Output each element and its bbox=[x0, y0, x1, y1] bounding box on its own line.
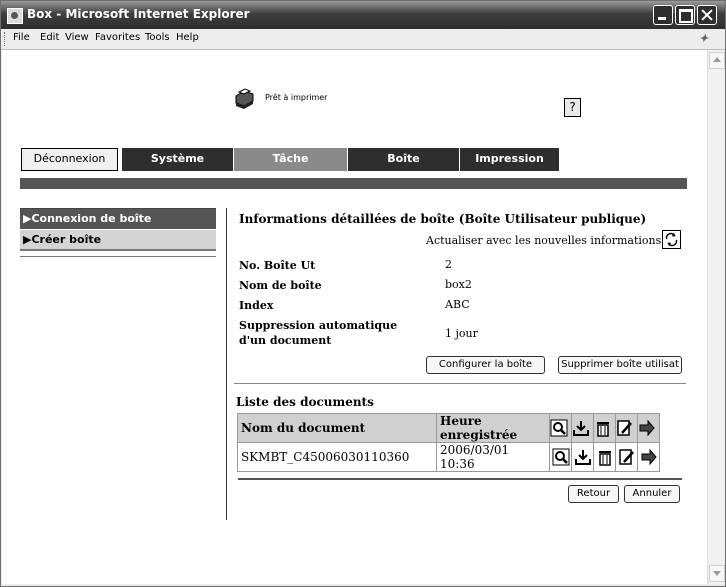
footer-separator bbox=[238, 478, 682, 480]
windows-logo-icon: ✦ bbox=[699, 32, 709, 45]
edit-document-row-icon[interactable] bbox=[618, 448, 636, 466]
details-title: Informations détaillées de boîte (Boîte … bbox=[239, 212, 647, 226]
help-button[interactable]: ? bbox=[564, 98, 581, 117]
refresh-icon[interactable] bbox=[662, 230, 681, 249]
tab-box[interactable]: Boîte bbox=[348, 148, 460, 171]
field-value-auto-delete: 1 jour bbox=[445, 327, 478, 340]
row-delete-cell bbox=[593, 442, 616, 472]
back-button[interactable]: Retour bbox=[568, 485, 619, 503]
field-value-box-number: 2 bbox=[445, 258, 452, 271]
menu-bar: File Edit View Favorites Tools Help ✦ bbox=[1, 29, 725, 50]
menu-grip bbox=[4, 32, 7, 46]
tab-underline-bar bbox=[20, 178, 687, 189]
delete-document-icon[interactable] bbox=[596, 448, 614, 466]
menu-file[interactable]: File bbox=[13, 32, 30, 43]
table-header-row: Nom du document Heure enregistrée bbox=[237, 413, 660, 443]
menu-help[interactable]: Help bbox=[176, 32, 199, 43]
send-document-icon[interactable] bbox=[640, 448, 658, 466]
column-header-name: Nom du document bbox=[237, 413, 437, 443]
tab-print[interactable]: Impression bbox=[460, 148, 560, 171]
download-document-icon[interactable] bbox=[574, 448, 592, 466]
close-button[interactable] bbox=[697, 5, 717, 25]
tab-system[interactable]: Système bbox=[122, 148, 234, 171]
window-title: Box - Microsoft Internet Explorer bbox=[27, 7, 250, 21]
title-bar[interactable]: Box - Microsoft Internet Explorer bbox=[1, 1, 725, 29]
magnifier-icon bbox=[550, 419, 568, 437]
main-tabs: Déconnexion Système Tâche Boîte Impressi… bbox=[21, 148, 561, 172]
menu-favorites[interactable]: Favorites bbox=[95, 32, 140, 43]
menu-edit[interactable]: Edit bbox=[40, 32, 59, 43]
header-download-cell bbox=[571, 413, 594, 443]
sidebar: ▶Connexion de boîte ▶Créer boîte bbox=[20, 208, 216, 251]
field-label-box-number: No. Boîte Ut bbox=[239, 259, 316, 272]
scroll-down-button[interactable] bbox=[709, 565, 725, 582]
header-send-cell bbox=[637, 413, 660, 443]
field-label-auto-delete: Suppression automatique d'un document bbox=[239, 319, 398, 347]
row-edit-cell bbox=[615, 442, 638, 472]
column-header-time: Heure enregistrée bbox=[436, 413, 550, 443]
browser-window: Box - Microsoft Internet Explorer File E… bbox=[0, 0, 726, 587]
row-preview-cell bbox=[549, 442, 572, 472]
cancel-button[interactable]: Annuler bbox=[624, 485, 680, 503]
section-separator bbox=[234, 383, 686, 384]
header-delete-cell bbox=[593, 413, 616, 443]
preview-magnifier-icon[interactable] bbox=[552, 448, 570, 466]
sidebar-item-create-box[interactable]: ▶Créer boîte bbox=[20, 230, 216, 251]
printer-icon bbox=[235, 88, 254, 109]
ie-app-icon bbox=[7, 8, 23, 24]
document-time-cell: 2006/03/01 10:36 bbox=[436, 442, 550, 472]
table-row[interactable]: SKMBT_C45006030110360 2006/03/01 10:36 bbox=[237, 442, 660, 472]
field-label-index: Index bbox=[239, 299, 274, 312]
sidebar-divider bbox=[20, 256, 216, 257]
download-icon bbox=[573, 421, 589, 436]
vertical-scrollbar[interactable] bbox=[707, 50, 725, 584]
row-download-cell bbox=[571, 442, 594, 472]
vertical-divider bbox=[226, 208, 227, 520]
sidebar-item-box-login[interactable]: ▶Connexion de boîte bbox=[20, 208, 216, 229]
scroll-up-button[interactable] bbox=[709, 52, 725, 69]
maximize-button[interactable] bbox=[675, 5, 695, 25]
header-preview-cell bbox=[549, 413, 572, 443]
minimize-button[interactable] bbox=[653, 5, 673, 25]
logout-button[interactable]: Déconnexion bbox=[21, 148, 118, 171]
configure-box-button[interactable]: Configurer la boîte bbox=[426, 356, 545, 374]
field-label-box-name: Nom de boîte bbox=[239, 279, 322, 292]
printer-status: Prêt à imprimer bbox=[265, 93, 328, 102]
tab-task[interactable]: Tâche bbox=[234, 148, 348, 171]
document-name-cell: SKMBT_C45006030110360 bbox=[237, 442, 437, 472]
refresh-label: Actualiser avec les nouvelles informatio… bbox=[426, 234, 662, 247]
send-arrow-icon bbox=[639, 419, 655, 437]
documents-table: Nom du document Heure enregistrée SKMBT_… bbox=[237, 413, 660, 472]
edit-document-icon bbox=[617, 420, 632, 436]
page-content: Prêt à imprimer ? Déconnexion Système Tâ… bbox=[2, 50, 707, 584]
menu-tools[interactable]: Tools bbox=[145, 32, 170, 43]
menu-view[interactable]: View bbox=[65, 32, 89, 43]
documents-title: Liste des documents bbox=[236, 395, 374, 409]
field-value-index: ABC bbox=[445, 298, 470, 311]
delete-user-box-button[interactable]: Supprimer boîte utilisat bbox=[558, 356, 682, 374]
field-value-box-name: box2 bbox=[445, 278, 472, 291]
header-edit-cell bbox=[615, 413, 638, 443]
row-send-cell bbox=[637, 442, 660, 472]
trash-icon bbox=[597, 422, 609, 437]
